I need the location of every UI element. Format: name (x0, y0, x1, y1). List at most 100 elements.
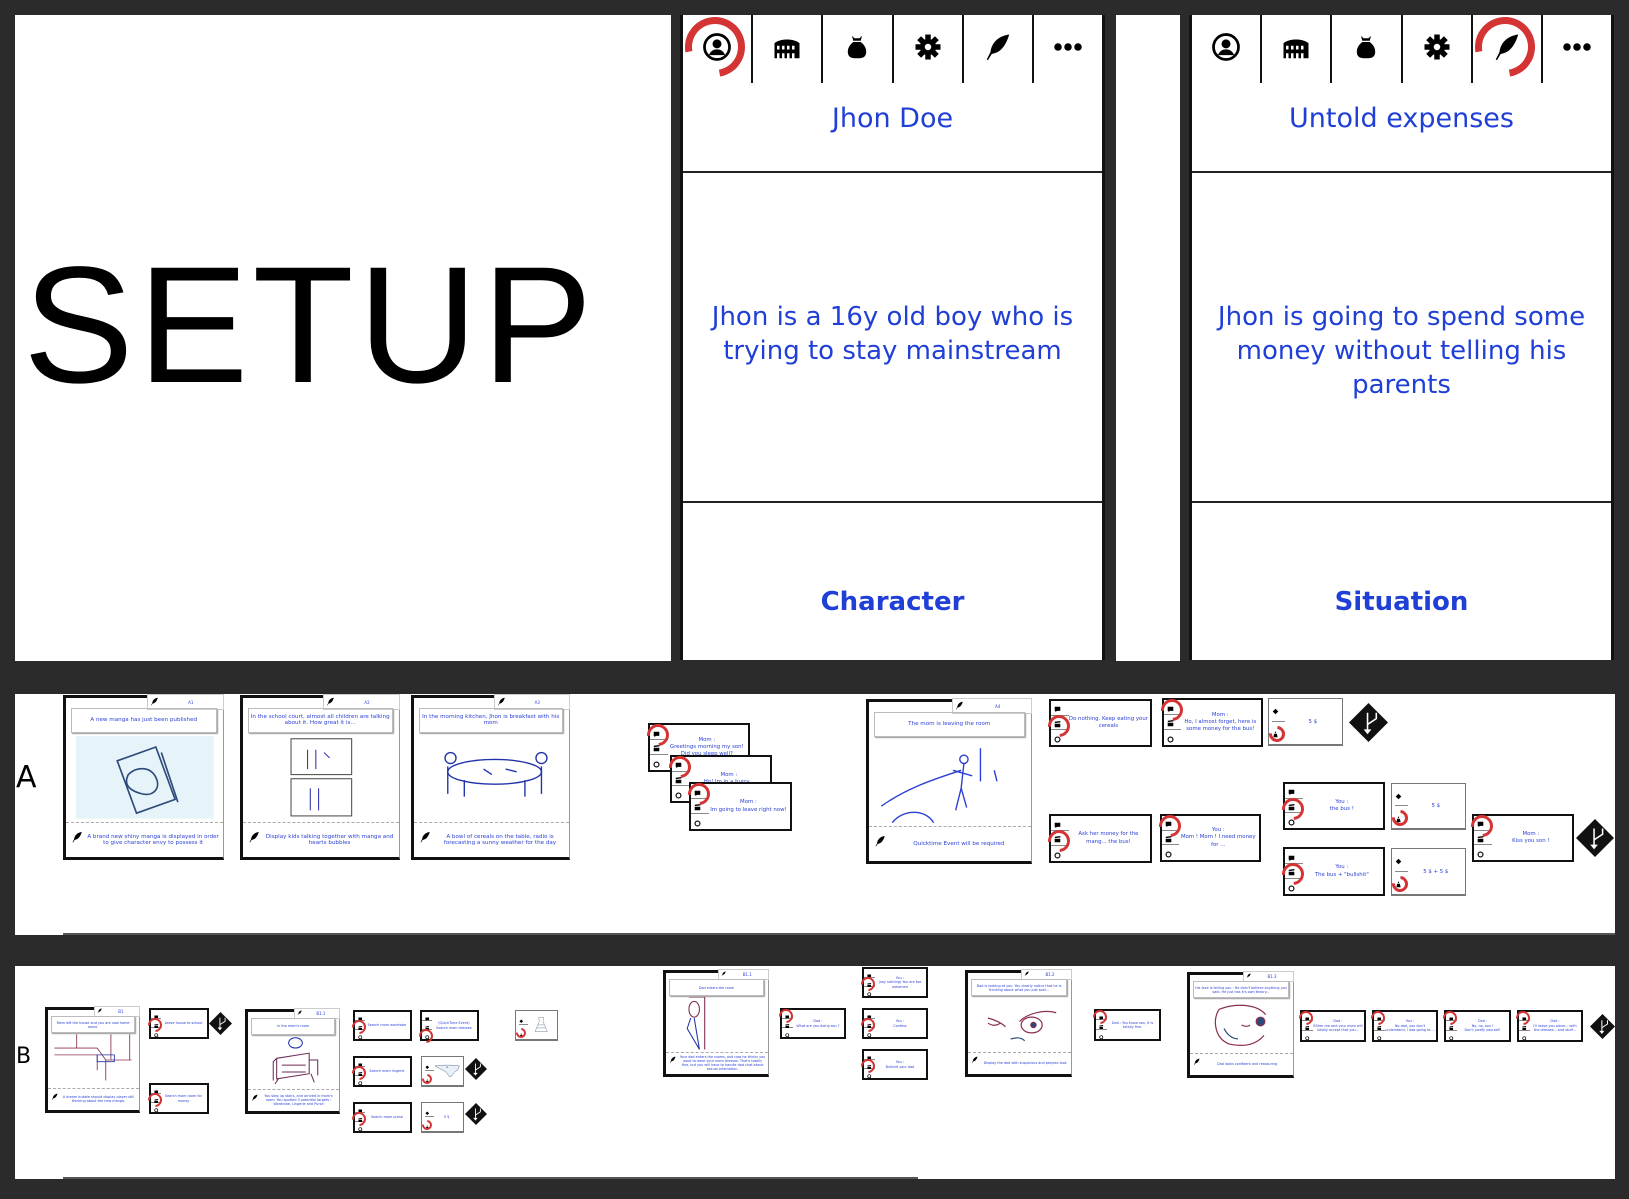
condition-value[interactable]: 5 $ (1284, 699, 1342, 744)
dialog-node[interactable]: You : Confess (858, 1008, 928, 1039)
node-type-small-gear[interactable] (1302, 1031, 1313, 1041)
location-tab[interactable] (1262, 15, 1333, 83)
node-type-small-gear[interactable] (782, 1028, 793, 1038)
dialog-text[interactable]: You : Confess (875, 1010, 925, 1037)
scene-note[interactable]: Display kids talking together with manga… (263, 825, 396, 854)
dialog-node[interactable]: You : (say nothing) You are too ashamed (858, 967, 928, 998)
branch-node[interactable] (209, 1012, 232, 1035)
quill-tab[interactable] (964, 15, 1034, 83)
condition-value[interactable]: 5 $ (430, 1103, 463, 1131)
dialog-text[interactable]: You : (say nothing) You are too ashamed (875, 969, 925, 996)
scene-card[interactable]: A1 A new manga has just been published A… (63, 694, 224, 860)
dialog-text[interactable]: Dad : You know son, it is totally fine. (1107, 1011, 1157, 1039)
branch-node[interactable] (1349, 703, 1388, 742)
condition-value[interactable]: 5 $ + 5 $ (1407, 849, 1465, 894)
dialog-node[interactable]: Dad : Either me and your mom will totall… (1296, 1008, 1366, 1042)
character-tab[interactable] (673, 5, 757, 89)
dialog-text[interactable]: Search mom lingerie (365, 1058, 409, 1085)
situation-card[interactable]: Untold expenses Jhon is going to spend s… (1189, 5, 1614, 660)
scene-card[interactable]: A4 The mom is leaving the room Quicktime… (866, 698, 1032, 864)
money-bag-tab[interactable] (1332, 15, 1403, 83)
dialog-node[interactable]: Dad : No, no, son ! Don't justify yourse… (1440, 1008, 1511, 1042)
dialog-text[interactable]: Dad : No, no, son ! Don't justify yourse… (1457, 1012, 1507, 1040)
scene-card[interactable]: B1.1 In the mom's room You step up stair… (245, 1008, 340, 1114)
dialog-node[interactable]: Dad : I'll leave you alone... with the d… (1513, 1008, 1583, 1042)
node-type-small-gear[interactable] (1374, 1031, 1385, 1041)
dialog-text[interactable]: Dad : I'll leave you alone... with the d… (1530, 1012, 1580, 1040)
scene-note[interactable]: A bowl of cereals on the table, radio is… (434, 825, 566, 854)
card-body[interactable]: Jhon is a 16y old boy who is trying to s… (683, 300, 1102, 368)
card-title[interactable]: Untold expenses (1192, 103, 1611, 134)
dialog-node[interactable]: Search mom purse (349, 1102, 412, 1133)
character-card[interactable]: Jhon Doe Jhon is a 16y old boy who is tr… (673, 5, 1105, 660)
dialog-text[interactable]: You : No dad, you don't understand, I wa… (1385, 1012, 1435, 1040)
dialog-node[interactable]: Ask her money for the mang... the bus! (1043, 814, 1152, 863)
character-tab[interactable] (1192, 15, 1263, 83)
dialog-text[interactable]: Mom : Ho, I almost forget, here is some … (1181, 700, 1259, 745)
condition-node[interactable]: 5 $ (1388, 783, 1466, 830)
dialog-node[interactable]: Search mom lingerie (349, 1056, 412, 1087)
dialog-node[interactable]: You : Mom ! Mom ! I need money for ... (1154, 810, 1261, 862)
scene-caption[interactable]: The mom is leaving the room (873, 711, 1025, 738)
dialog-node[interactable]: (QuickTime Event) Search mom dresses (416, 1010, 479, 1047)
condition-value[interactable]: 5 $ (1407, 784, 1465, 828)
dialog-node[interactable]: Dad : What are you doing son ? (776, 1006, 846, 1039)
card-body[interactable]: Jhon is going to spend some money withou… (1192, 300, 1611, 402)
dialog-text[interactable]: Mom : Im going to leave right now! (709, 784, 788, 829)
scene-caption[interactable]: A new manga has just been published (70, 707, 217, 734)
dialog-node[interactable]: Search mom wardrobe (349, 1010, 412, 1041)
dialog-text[interactable]: Search mom room for money (161, 1085, 206, 1112)
dialog-text[interactable]: Search mom wardrobe (365, 1012, 409, 1039)
scene-card[interactable]: B1.2 Dad is looking at you. You clearly … (965, 969, 1072, 1077)
node-type-small-gear[interactable] (1519, 1031, 1530, 1041)
dialog-node[interactable]: Mom : Kiss you son ! (1466, 810, 1574, 862)
scene-card[interactable]: A3 In the morning kitchen, Jhon is break… (411, 694, 570, 860)
condition-node[interactable] (419, 1056, 464, 1087)
scene-caption[interactable]: Dad enters the room (669, 979, 764, 997)
scene-card[interactable]: B1.1 Dad enters the room Your dad enters… (663, 969, 769, 1077)
dialog-text[interactable]: You : The bus + "bullshit" (1303, 849, 1381, 894)
dialog-text[interactable]: Do nothing. Keep eating your cereals (1069, 701, 1148, 745)
money-bag-tab[interactable] (823, 15, 894, 83)
more-tab[interactable] (1543, 15, 1611, 83)
dialog-node[interactable]: Mom : Im going to leave right now! (683, 778, 792, 831)
condition-node[interactable] (513, 1010, 558, 1041)
scene-note[interactable]: Display the dad with suspicious and perp… (981, 1054, 1069, 1072)
scene-note[interactable]: Quicktime Event will be required (890, 829, 1028, 858)
dialog-text[interactable]: Dad : Either me and your mom will totall… (1313, 1012, 1363, 1040)
scene-caption[interactable]: His face is telling you : He didn't beli… (1193, 981, 1289, 998)
dialog-node[interactable]: You : Bullshit your dad (858, 1049, 928, 1080)
dialog-text[interactable]: Leave house to school (161, 1010, 206, 1037)
dialog-node[interactable]: You : the bus ! (1277, 782, 1385, 830)
dialog-text[interactable]: You : Bullshit your dad (875, 1051, 925, 1078)
card-title[interactable]: Jhon Doe (683, 103, 1102, 134)
dialog-text[interactable]: Ask her money for the mang... the bus! (1069, 816, 1148, 861)
scene-note[interactable]: Dad looks confident and reassuring (1203, 1055, 1291, 1073)
scene-card[interactable]: A2 In the school court, almost all child… (240, 694, 400, 860)
branch-node[interactable] (465, 1058, 487, 1080)
scene-caption[interactable]: Mom left the house and you are now home … (50, 1016, 136, 1033)
dialog-text[interactable]: You : the bus ! (1303, 784, 1381, 828)
node-type-small-gear[interactable] (650, 755, 668, 770)
scene-note[interactable]: A dream bubble should display player sti… (60, 1090, 137, 1108)
scene-card[interactable]: B1.3 His face is telling you : He didn't… (1187, 971, 1294, 1078)
node-type-small-gear[interactable] (1164, 730, 1181, 745)
branch-node[interactable] (1576, 819, 1614, 857)
scene-card[interactable]: B1 Mom left the house and you are now ho… (45, 1006, 140, 1113)
scene-note[interactable]: Your dad enters the rooms, and now he th… (679, 1054, 766, 1072)
scene-caption[interactable]: In the morning kitchen, Jhon is breakfas… (418, 707, 563, 734)
dialog-text[interactable]: Dad : What are you doing son ? (793, 1010, 843, 1037)
dialog-node[interactable]: Dad : You know son, it is totally fine. (1090, 1007, 1161, 1041)
node-type-small-gear[interactable] (1474, 845, 1492, 860)
quill-tab[interactable] (1462, 5, 1547, 89)
node-type-small-gear[interactable] (1446, 1031, 1457, 1041)
dialog-text[interactable]: Mom : Kiss you son ! (1492, 816, 1570, 860)
scene-caption[interactable]: In the mom's room (250, 1017, 336, 1035)
dialog-node[interactable]: Leave house to school (145, 1008, 209, 1039)
dialog-text[interactable]: (QuickTime Event) Search mom dresses (432, 1012, 476, 1039)
condition-node[interactable]: 5 $ + 5 $ (1388, 848, 1466, 896)
scene-note[interactable]: You step up stairs, and arrived in mom's… (260, 1091, 337, 1109)
dialog-node[interactable]: Mom : Ho, I almost forget, here is some … (1156, 694, 1263, 747)
condition-node[interactable]: 5 $ (419, 1102, 464, 1133)
dialog-node[interactable]: Do nothing. Keep eating your cereals (1043, 699, 1152, 747)
